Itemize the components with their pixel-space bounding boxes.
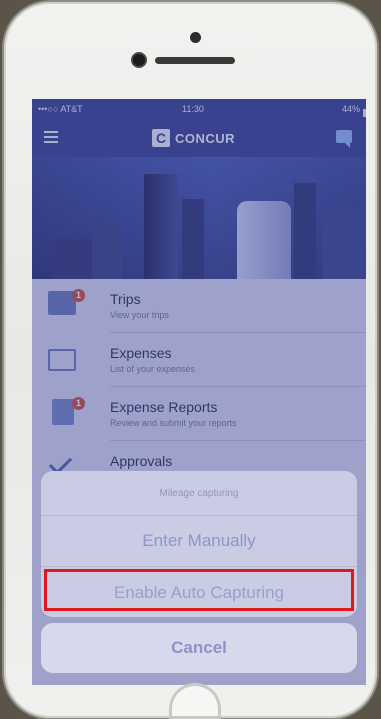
enable-auto-capturing-button[interactable]: Enable Auto Capturing [44, 569, 354, 611]
phone-frame: •••○○ AT&T 11:30 44% C CONCUR 1 Trips Vi… [4, 2, 377, 719]
cancel-button[interactable]: Cancel [41, 623, 357, 673]
enter-manually-button[interactable]: Enter Manually [41, 516, 357, 566]
action-sheet: Mileage capturing Enter Manually Enable … [41, 471, 357, 617]
home-button[interactable] [169, 683, 221, 719]
proximity-sensor [190, 32, 201, 43]
front-camera [133, 54, 145, 66]
phone-screen: •••○○ AT&T 11:30 44% C CONCUR 1 Trips Vi… [32, 99, 366, 685]
action-sheet-title: Mileage capturing [159, 488, 239, 499]
earpiece-speaker [155, 57, 235, 64]
